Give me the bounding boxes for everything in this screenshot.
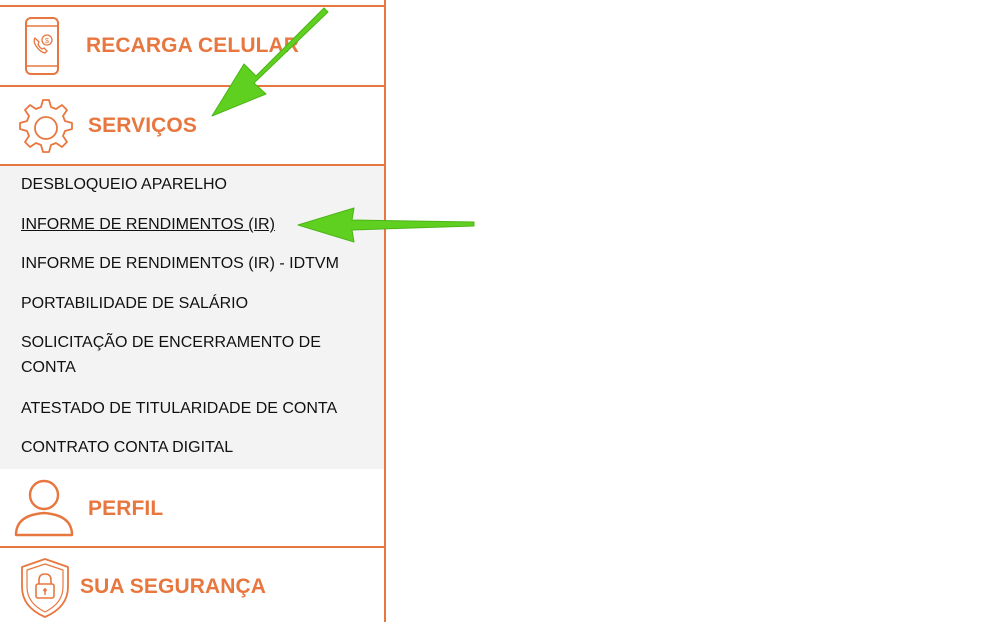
sidebar-item-recarga-celular[interactable]: $ RECARGA CELULAR bbox=[0, 7, 384, 85]
sidebar-item-sua-seguranca[interactable]: SUA SEGURANÇA bbox=[0, 548, 384, 622]
sidebar-item-perfil[interactable]: PERFIL bbox=[0, 469, 384, 546]
sidebar-item-label: PERFIL bbox=[88, 497, 164, 520]
user-icon bbox=[13, 478, 75, 543]
sidebar-menu: $ RECARGA CELULAR SERVIÇOS DESBLOQUEIO A… bbox=[0, 0, 386, 622]
gear-icon bbox=[14, 95, 76, 162]
submenu-item-informe-rendimentos-idtvm[interactable]: INFORME DE RENDIMENTOS (IR) - IDTVM bbox=[21, 251, 351, 276]
sidebar-item-label: SERVIÇOS bbox=[88, 114, 197, 137]
submenu-item-encerramento-conta[interactable]: SOLICITAÇÃO DE ENCERRAMENTO DE CONTA bbox=[21, 330, 341, 380]
sidebar-item-label: SUA SEGURANÇA bbox=[80, 575, 267, 598]
sidebar-item-label: RECARGA CELULAR bbox=[86, 34, 300, 57]
phone-recharge-icon: $ bbox=[24, 16, 62, 81]
submenu-servicos: DESBLOQUEIO APARELHO INFORME DE RENDIMEN… bbox=[0, 166, 384, 469]
submenu-item-desbloqueio[interactable]: DESBLOQUEIO APARELHO bbox=[21, 172, 351, 197]
sidebar-item-servicos[interactable]: SERVIÇOS bbox=[0, 87, 384, 164]
submenu-item-informe-rendimentos[interactable]: INFORME DE RENDIMENTOS (IR) bbox=[21, 212, 351, 237]
submenu-item-contrato-conta-digital[interactable]: CONTRATO CONTA DIGITAL bbox=[21, 435, 351, 460]
shield-lock-icon bbox=[18, 557, 72, 624]
submenu-item-portabilidade-salario[interactable]: PORTABILIDADE DE SALÁRIO bbox=[21, 291, 351, 316]
submenu-item-atestado-titularidade[interactable]: ATESTADO DE TITULARIDADE DE CONTA bbox=[21, 396, 351, 421]
svg-text:$: $ bbox=[45, 38, 49, 45]
